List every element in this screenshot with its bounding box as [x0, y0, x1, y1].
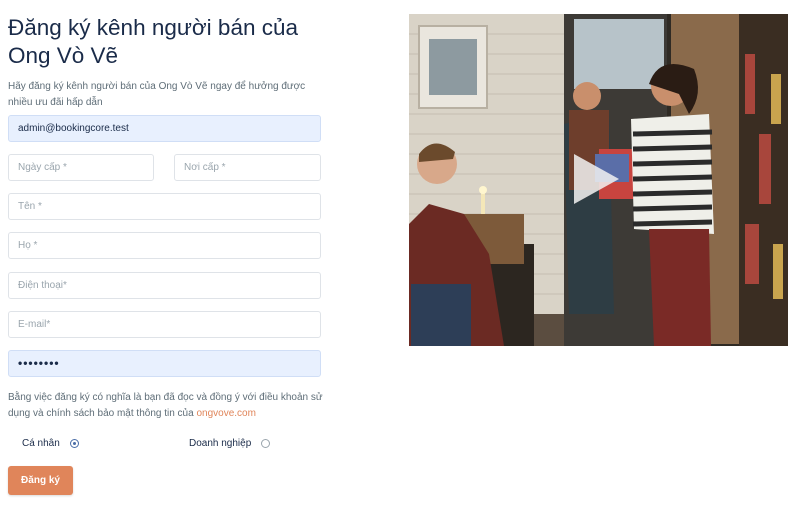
email-confirm-field[interactable]: E-mail* — [8, 311, 321, 338]
radio-business[interactable]: Doanh nghiệp — [189, 435, 271, 451]
radio-business-circle[interactable] — [261, 438, 271, 448]
issue-date-field[interactable]: Ngày cấp * — [8, 154, 154, 181]
terms-link[interactable]: ongvove.com — [196, 408, 255, 419]
page-title: Đăng ký kênh người bán của Ong Vò Vẽ — [8, 15, 298, 68]
promo-photo — [409, 14, 788, 346]
terms-body: Bằng việc đăng ký có nghĩa là bạn đã đọc… — [8, 392, 323, 419]
radio-personal-label: Cá nhân — [22, 437, 60, 449]
last-name-field[interactable]: Họ * — [8, 232, 321, 259]
first-name-field[interactable]: Tên * — [8, 193, 321, 220]
radio-business-label: Doanh nghiệp — [189, 437, 252, 449]
registration-form: Đăng ký kênh người bán của Ong Vò Vẽ Hãy… — [8, 14, 321, 111]
promo-photo-illustration — [409, 14, 788, 346]
page-subtitle: Hãy đăng ký kênh người bán của Ong Vò Vẽ… — [8, 81, 306, 108]
email-field[interactable]: admin@bookingcore.test — [8, 115, 321, 142]
register-button[interactable]: Đăng ký — [8, 466, 73, 495]
password-field[interactable]: •••••••• — [8, 350, 321, 377]
phone-field[interactable]: Điện thoại* — [8, 272, 321, 299]
terms-text: Bằng việc đăng ký có nghĩa là bạn đã đọc… — [8, 390, 324, 421]
radio-personal[interactable]: Cá nhân — [22, 435, 79, 451]
radio-personal-circle[interactable] — [69, 438, 79, 448]
issue-place-field[interactable]: Nơi cấp * — [174, 154, 321, 181]
